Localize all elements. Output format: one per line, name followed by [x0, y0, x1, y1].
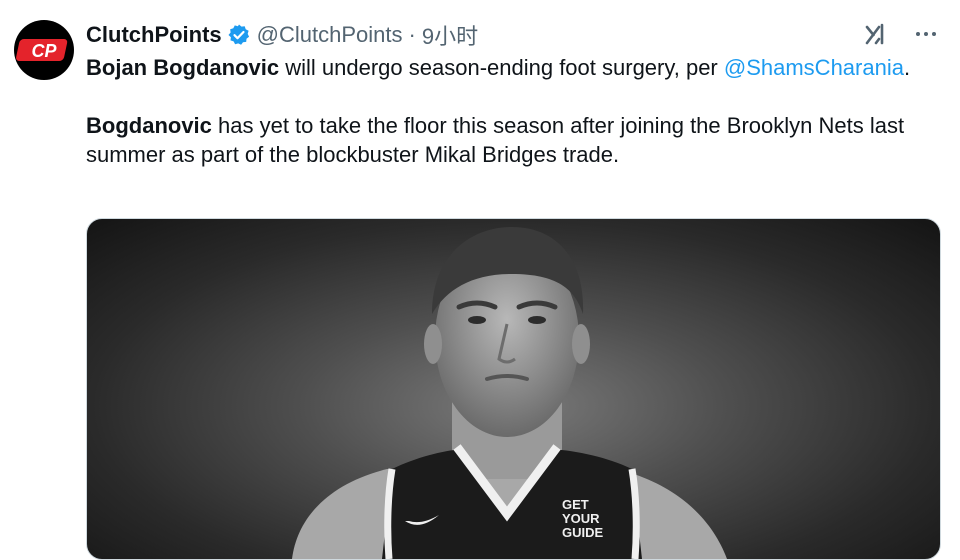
tweet-header: ClutchPoints @ClutchPoints · 9小时 — [86, 19, 478, 51]
mention-link[interactable]: @ShamsCharania — [724, 55, 904, 80]
clutchpoints-logo: CP — [16, 39, 68, 61]
tweet-paragraph-1-end: . — [903, 55, 911, 80]
tweet-timestamp[interactable]: 9小时 — [422, 19, 478, 51]
more-options-icon[interactable] — [912, 20, 940, 48]
tweet-paragraph-1-text: will undergo season-ending foot surgery,… — [279, 55, 724, 80]
tweet-paragraph-1: Bojan Bogdanovic will undergo season-end… — [86, 53, 946, 82]
tweet-top-actions — [862, 20, 940, 48]
player-photo: GET YOUR GUIDE — [292, 227, 727, 559]
header-separator: · — [408, 22, 416, 47]
tweet-paragraph-2: Bogdanovic has yet to take the floor thi… — [86, 111, 946, 169]
author-name[interactable]: ClutchPoints — [86, 22, 222, 48]
tweet-text: Bojan Bogdanovic will undergo season-end… — [86, 53, 946, 169]
author-handle[interactable]: @ClutchPoints — [257, 22, 403, 48]
jersey-patch-line-2: YOUR — [562, 511, 600, 526]
avatar-logo-text: CP — [31, 41, 57, 61]
bold-player-surname: Bogdanovic — [86, 113, 212, 138]
jersey-patch-line-3: GUIDE — [562, 525, 604, 540]
bold-player-name: Bojan Bogdanovic — [86, 55, 280, 80]
grok-icon[interactable] — [862, 20, 890, 48]
author-avatar[interactable]: CP — [14, 20, 74, 80]
jersey-patch-line-1: GET — [562, 497, 589, 512]
verified-badge-icon — [227, 23, 251, 47]
tweet-media-image[interactable]: GET YOUR GUIDE — [86, 218, 941, 560]
